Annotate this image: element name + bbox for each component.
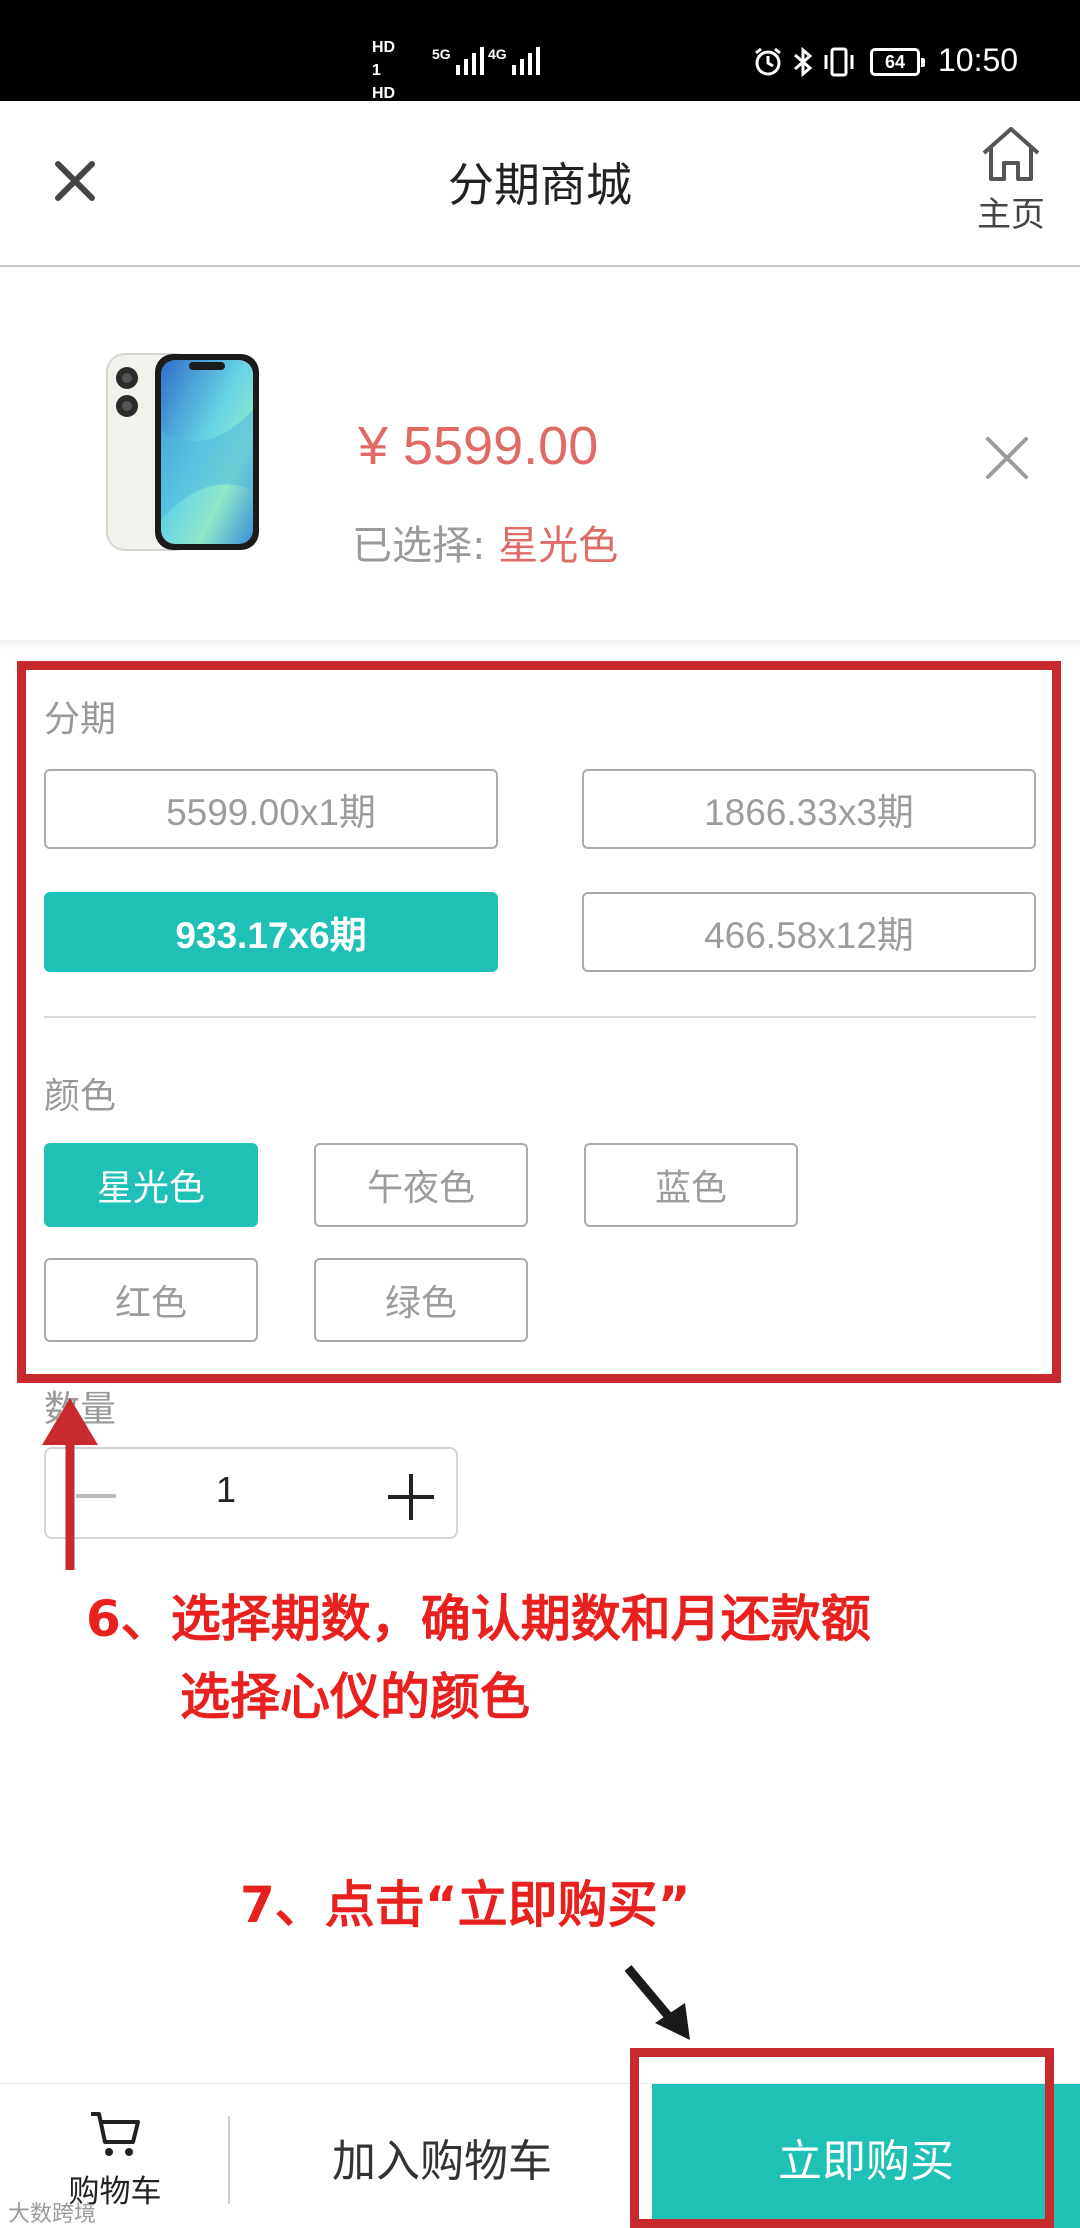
- home-button[interactable]: 主页: [966, 125, 1056, 235]
- network-4g-label: 4G: [488, 46, 507, 62]
- card-divider: [0, 640, 1080, 650]
- page-header: 分期商城 主页: [0, 101, 1080, 267]
- watermark: 大数跨境: [8, 2202, 97, 2227]
- close-sheet-icon[interactable]: [982, 433, 1032, 483]
- annotation-step6-line1: 6、选择期数，确认期数和月还款额: [86, 1590, 871, 1648]
- selected-variant: 已选择: 星光色: [352, 513, 618, 571]
- selected-prefix: 已选择:: [352, 523, 499, 569]
- bar-divider: [228, 2116, 230, 2204]
- minus-icon[interactable]: [76, 1494, 116, 1498]
- cart-icon: [91, 2112, 140, 2156]
- add-to-cart-button[interactable]: 加入购物车: [232, 2084, 652, 2228]
- sim1-label: HD 1: [372, 39, 396, 79]
- battery-level: 64: [884, 51, 906, 72]
- vibrate-icon: [824, 47, 854, 77]
- alarm-icon: [755, 47, 781, 76]
- quantity-stepper: 1: [44, 1447, 458, 1539]
- signal-icon-2: [512, 45, 540, 75]
- page-title: 分期商城: [448, 158, 632, 212]
- network-5g-label: 5G: [432, 46, 451, 62]
- annotation-box-options: [17, 661, 1061, 1383]
- clock: 10:50: [938, 42, 1019, 78]
- battery-icon: 64: [870, 48, 925, 76]
- product-price: ¥ 5599.00: [358, 416, 599, 476]
- annotation-step6-line2: 选择心仪的颜色: [180, 1668, 530, 1726]
- quantity-label: 数量: [44, 1389, 117, 1430]
- home-icon: [982, 127, 1040, 181]
- annotation-box-buy: [630, 2048, 1054, 2228]
- quantity-value[interactable]: 1: [186, 1469, 266, 1511]
- bluetooth-icon: [794, 46, 813, 78]
- home-label: 主页: [977, 195, 1045, 235]
- status-bar: HD 1 HD 2 5G 4G 64 10:50: [0, 0, 1080, 125]
- product-image: [106, 353, 259, 551]
- signal-icon: [456, 45, 484, 75]
- annotation-step7: 7、点击“立即购买”: [240, 1876, 691, 1934]
- selected-value: 星光色: [498, 523, 619, 569]
- plus-icon[interactable]: [388, 1474, 434, 1520]
